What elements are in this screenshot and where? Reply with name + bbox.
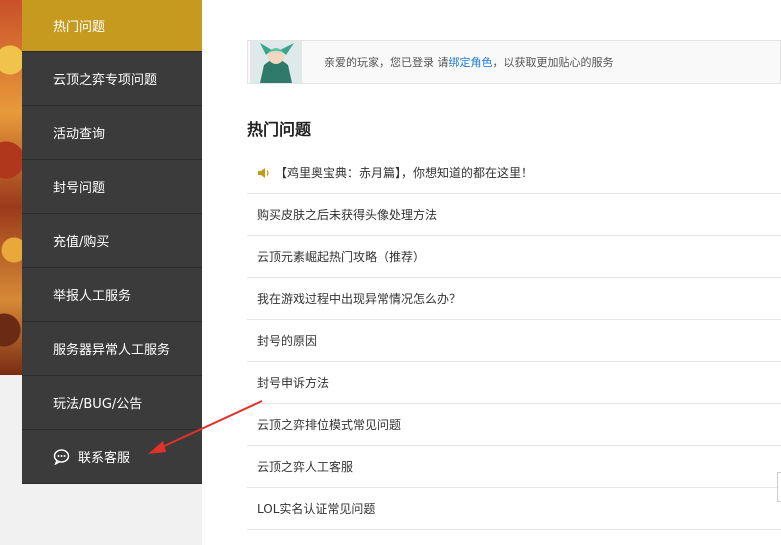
sidebar-item-event-query[interactable]: 活动查询: [22, 106, 202, 160]
sidebar-item-label: 玩法/BUG/公告: [53, 397, 143, 412]
sidebar-item-tft-questions[interactable]: 云顶之弈专项问题: [22, 52, 202, 106]
question-label: 购买皮肤之后未获得头像处理方法: [257, 208, 438, 222]
scrollbar-handle[interactable]: [777, 472, 781, 502]
contact-support-label: 联系客服: [78, 451, 131, 466]
login-message-prefix: 亲爱的玩家，您已登录 请: [324, 56, 449, 69]
question-item[interactable]: 购买皮肤之后未获得头像处理方法: [247, 194, 781, 236]
sidebar-item-gameplay-bug[interactable]: 玩法/BUG/公告: [22, 376, 202, 430]
sidebar-item-recharge[interactable]: 充值/购买: [22, 214, 202, 268]
section-title: 热门问题: [247, 120, 312, 139]
question-label: 云顶之弈人工客服: [257, 460, 354, 474]
avatar: [250, 41, 302, 83]
question-label: 我在游戏过程中出现异常情况怎么办？: [257, 292, 462, 306]
login-banner: 亲爱的玩家，您已登录 请绑定角色，以获取更加贴心的服务: [247, 40, 781, 84]
sidebar-item-report-service[interactable]: 举报人工服务: [22, 268, 202, 322]
contact-support-button[interactable]: 联系客服: [22, 430, 202, 484]
hot-questions-list: 【鸡里奥宝典：赤月篇】，你想知道的都在这里！ 购买皮肤之后未获得头像处理方法 云…: [247, 152, 781, 530]
question-label: 【鸡里奥宝典：赤月篇】，你想知道的都在这里！: [275, 166, 534, 180]
question-item[interactable]: 云顶之弈人工客服: [247, 446, 781, 488]
question-item[interactable]: 【鸡里奥宝典：赤月篇】，你想知道的都在这里！: [247, 152, 781, 194]
sidebar-item-label: 服务器异常人工服务: [53, 343, 171, 358]
question-label: LOL实名认证常见问题: [257, 502, 376, 516]
question-label: 封号的原因: [257, 334, 318, 348]
question-item[interactable]: 封号的原因: [247, 320, 781, 362]
category-sidebar: 热门问题 云顶之弈专项问题 活动查询 封号问题 充值/购买 举报人工服务 服务器…: [22, 0, 202, 484]
sidebar-item-label: 举报人工服务: [53, 289, 132, 304]
speaker-icon: [258, 167, 269, 178]
help-center-page: 热门问题 云顶之弈专项问题 活动查询 封号问题 充值/购买 举报人工服务 服务器…: [0, 0, 781, 545]
chat-bubble-icon: [53, 449, 70, 465]
question-label: 云顶之弈排位模式常见问题: [257, 418, 402, 432]
sidebar-item-label: 充值/购买: [53, 235, 110, 250]
main-content: 亲爱的玩家，您已登录 请绑定角色，以获取更加贴心的服务 热门问题 【鸡里奥宝典：…: [202, 0, 781, 545]
bind-role-link[interactable]: 绑定角色: [449, 56, 493, 69]
sidebar-item-label: 云顶之弈专项问题: [53, 73, 158, 88]
sidebar-item-ban-questions[interactable]: 封号问题: [22, 160, 202, 214]
sidebar-item-hot-questions[interactable]: 热门问题: [22, 0, 202, 52]
sidebar-item-label: 热门问题: [53, 20, 106, 35]
question-item[interactable]: 云顶元素崛起热门攻略（推荐）: [247, 236, 781, 278]
question-item[interactable]: LOL实名认证常见问题: [247, 488, 781, 530]
character-artwork: [0, 0, 22, 375]
question-label: 封号申诉方法: [257, 376, 330, 390]
sidebar-item-server-issue[interactable]: 服务器异常人工服务: [22, 322, 202, 376]
sidebar-item-label: 封号问题: [53, 181, 106, 196]
question-item[interactable]: 我在游戏过程中出现异常情况怎么办？: [247, 278, 781, 320]
sidebar-item-label: 活动查询: [53, 127, 106, 142]
login-message-suffix: ，以获取更加贴心的服务: [492, 56, 614, 69]
question-label: 云顶元素崛起热门攻略（推荐）: [257, 250, 426, 264]
question-item[interactable]: 封号申诉方法: [247, 362, 781, 404]
login-message: 亲爱的玩家，您已登录 请绑定角色，以获取更加贴心的服务: [324, 54, 614, 70]
question-item[interactable]: 云顶之弈排位模式常见问题: [247, 404, 781, 446]
